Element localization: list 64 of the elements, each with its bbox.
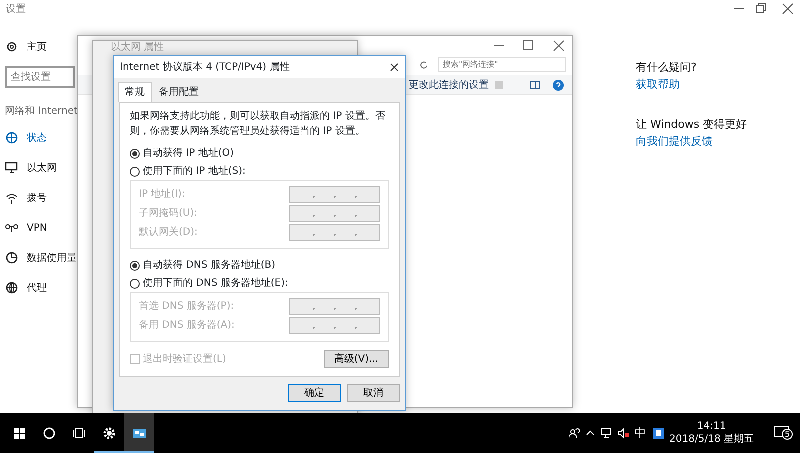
taskbar-button[interactable] bbox=[124, 413, 154, 453]
cancel-button[interactable]: 取消 bbox=[347, 384, 400, 402]
radio-button[interactable] bbox=[130, 148, 140, 158]
globe-icon bbox=[5, 281, 19, 295]
nav-item[interactable]: 代理 bbox=[27, 280, 47, 296]
nav-item[interactable]: 拨号 bbox=[27, 190, 47, 206]
help-link[interactable]: 获取帮助 bbox=[636, 76, 748, 93]
network-icon[interactable] bbox=[600, 428, 612, 438]
section-heading: 网络和 Internet bbox=[4, 104, 79, 119]
maximize-icon[interactable] bbox=[523, 40, 535, 52]
tab[interactable]: 常规 bbox=[118, 82, 152, 102]
help-link[interactable]: 向我们提供反馈 bbox=[636, 134, 748, 150]
radio-button[interactable] bbox=[130, 260, 140, 270]
nav-item[interactable]: 状态 bbox=[27, 130, 47, 146]
app-tray-icon[interactable] bbox=[652, 428, 664, 438]
field-label: 备用 DNS 服务器(A): bbox=[139, 319, 235, 333]
globe-icon bbox=[5, 131, 19, 145]
refresh-icon[interactable] bbox=[419, 60, 428, 69]
pie-icon bbox=[5, 251, 19, 265]
speaker-muted-icon[interactable] bbox=[618, 428, 629, 438]
field-label: IP 地址(I): bbox=[139, 188, 186, 202]
nav-item[interactable]: 以太网 bbox=[27, 160, 57, 176]
radio-button[interactable] bbox=[130, 166, 140, 176]
ok-button[interactable]: 确定 bbox=[288, 384, 341, 402]
toolbar-link[interactable]: 更改此连接的设置 bbox=[409, 78, 489, 93]
radio-label: 自动获得 IP 地址(O) bbox=[143, 146, 234, 161]
pane-icon[interactable] bbox=[530, 81, 540, 89]
aside-heading: 有什么疑问? bbox=[636, 60, 698, 76]
checkbox-label: 退出时验证设置(L) bbox=[143, 352, 226, 366]
close-icon[interactable] bbox=[553, 40, 565, 52]
chevron-up-icon[interactable] bbox=[586, 428, 595, 438]
notification-count: 5 bbox=[782, 429, 793, 440]
monitor-icon bbox=[5, 161, 19, 175]
dialog-title: Internet 协议版本 4 (TCP/IPv4) 属性 bbox=[120, 60, 290, 74]
field-label: 首选 DNS 服务器(P): bbox=[139, 300, 234, 314]
people-icon[interactable] bbox=[568, 428, 580, 438]
ime-indicator[interactable]: 中 bbox=[634, 424, 647, 442]
radio-label: 自动获得 DNS 服务器地址(B) bbox=[143, 258, 276, 273]
radio-button[interactable] bbox=[130, 278, 140, 288]
gear-icon bbox=[5, 40, 19, 54]
network-window-icon bbox=[132, 426, 146, 440]
close-icon[interactable] bbox=[390, 62, 399, 72]
restore-icon[interactable] bbox=[755, 3, 767, 15]
description-text: 如果网络支持此功能，则可以获取自动指派的 IP 设置。否则，你需要从网络系统管理员处获得适当的 IP 设置。 bbox=[130, 110, 386, 139]
radio-label: 使用下面的 IP 地址(S): bbox=[143, 164, 246, 179]
circle-icon bbox=[42, 426, 56, 440]
nav-item[interactable]: VPN bbox=[27, 220, 48, 236]
clock-date[interactable]: 2018/5/18 星期五 bbox=[670, 433, 754, 446]
aside-heading: 让 Windows 变得更好 bbox=[636, 117, 748, 133]
window-title: 以太网 属性 bbox=[111, 42, 164, 54]
window-title: 设置 bbox=[6, 2, 26, 17]
clock-time[interactable]: 14:11 bbox=[670, 420, 754, 433]
windows-logo-icon bbox=[12, 426, 26, 440]
close-icon[interactable] bbox=[782, 3, 794, 15]
search-field[interactable]: 查找设置 bbox=[5, 66, 75, 88]
field-label: 子网掩码(U): bbox=[139, 207, 198, 221]
field-label: 默认网关(D): bbox=[139, 226, 198, 240]
task-view-icon bbox=[72, 426, 86, 440]
nav-label[interactable]: 主页 bbox=[27, 40, 47, 54]
help-icon[interactable] bbox=[553, 80, 564, 91]
radio-label: 使用下面的 DNS 服务器地址(E): bbox=[143, 276, 288, 291]
gear-icon bbox=[102, 426, 116, 440]
advanced-button[interactable]: 高级(V)... bbox=[324, 350, 389, 368]
nav-item[interactable]: 数据使用量 bbox=[27, 250, 77, 266]
